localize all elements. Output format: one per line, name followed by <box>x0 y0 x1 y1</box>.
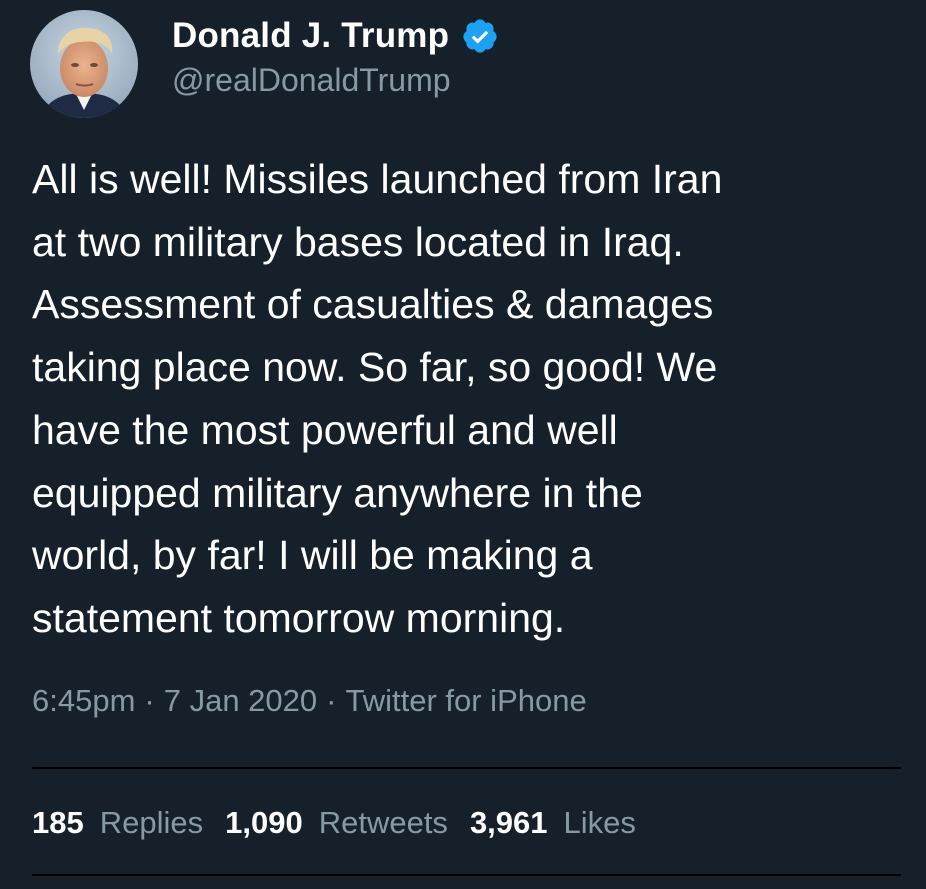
tweet-text: All is well! Missiles launched from Iran… <box>32 148 912 650</box>
verified-badge-icon <box>461 17 499 55</box>
tweet-text-line: world, by far! I will be making a <box>32 532 593 579</box>
retweets-stat[interactable]: 1,090 Retweets <box>225 805 448 841</box>
divider <box>32 767 901 769</box>
tweet-text-line: have the most powerful and well <box>32 406 618 453</box>
tweet-date[interactable]: 7 Jan 2020 <box>164 683 317 719</box>
likes-stat[interactable]: 3,961 Likes <box>470 805 636 841</box>
meta-separator: · <box>144 683 155 718</box>
replies-label: Replies <box>99 805 204 840</box>
replies-stat[interactable]: 185 Replies <box>32 805 203 841</box>
avatar[interactable] <box>30 10 138 118</box>
user-name-row[interactable]: Donald J. Trump <box>172 14 499 58</box>
tweet-time[interactable]: 6:45pm <box>32 683 135 719</box>
tweet-text-line: statement tomorrow morning. <box>32 594 566 641</box>
tweet-text-line: taking place now. So far, so good! We <box>32 344 718 391</box>
tweet-text-line: All is well! Missiles launched from Iran <box>32 156 723 202</box>
tweet-text-line: at two military bases located in Iraq. <box>32 218 684 265</box>
likes-label: Likes <box>563 805 636 840</box>
retweets-count: 1,090 <box>225 805 303 840</box>
user-handle[interactable]: @realDonaldTrump <box>172 62 451 99</box>
divider <box>32 874 901 876</box>
tweet-text-line: equipped military anywhere in the <box>32 469 643 516</box>
replies-count: 185 <box>32 805 84 840</box>
tweet-meta: 6:45pm · 7 Jan 2020 · Twitter for iPhone <box>32 683 587 719</box>
display-name[interactable]: Donald J. Trump <box>172 16 449 56</box>
tweet-stats: 185 Replies 1,090 Retweets 3,961 Likes <box>32 805 658 841</box>
likes-count: 3,961 <box>469 805 548 840</box>
meta-separator: · <box>326 683 337 718</box>
tweet-text-line: Assessment of casualties & damages <box>32 281 714 328</box>
tweet-source[interactable]: Twitter for iPhone <box>345 683 586 719</box>
profile-photo <box>30 10 138 118</box>
retweets-label: Retweets <box>318 805 448 840</box>
